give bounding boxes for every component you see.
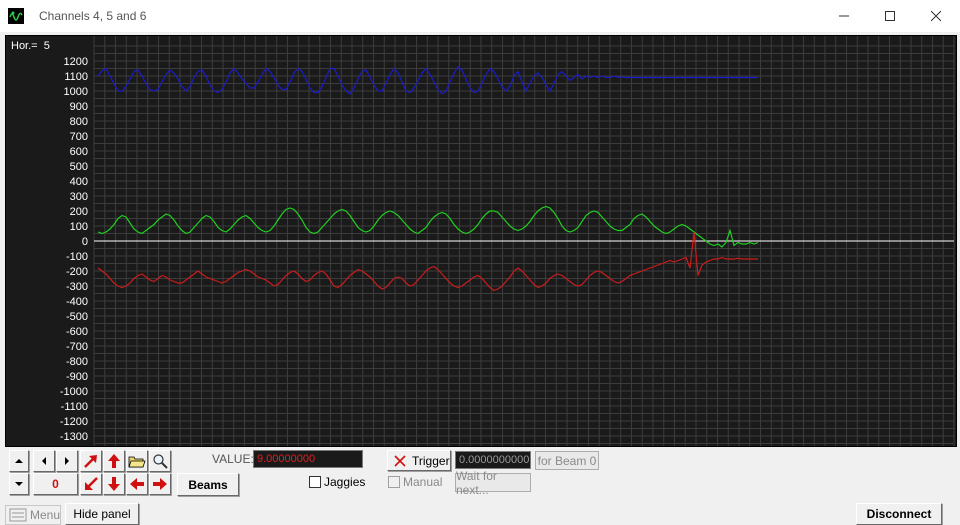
y-tick-label: 500 (70, 161, 88, 173)
trigger-value-field[interactable]: 0.0000000000 (455, 451, 531, 469)
y-tick-label: -800 (66, 356, 88, 368)
maximize-button[interactable] (867, 0, 913, 32)
disconnect-button[interactable]: Disconnect (856, 503, 942, 525)
move-up-button[interactable] (103, 450, 125, 472)
down-small-arrow-icon (15, 482, 23, 486)
close-button[interactable] (913, 0, 959, 32)
move-left-button[interactable] (126, 473, 148, 495)
beams-button[interactable]: Beams (177, 473, 239, 496)
hor-value: 5 (43, 40, 50, 52)
y-tick-label: -1000 (60, 386, 88, 398)
diagonal-down-left-arrow-icon (85, 477, 98, 490)
minimize-button[interactable] (821, 0, 867, 32)
down-arrow-icon (108, 477, 120, 491)
y-tick-label: 600 (70, 146, 88, 158)
y-tick-label: 800 (70, 116, 88, 128)
hor-label: Hor.= (11, 40, 38, 52)
y-tick-label: 700 (70, 131, 88, 143)
y-tick-label: 100 (70, 221, 88, 233)
hide-panel-button[interactable]: Hide panel (65, 503, 139, 525)
menu-button[interactable]: Menu (5, 505, 61, 525)
for-beam-button[interactable]: for Beam 0 (535, 451, 599, 470)
title-bar: Channels 4, 5 and 6 (0, 0, 960, 32)
move-down-button[interactable] (103, 473, 125, 495)
scroll-left-button[interactable] (33, 450, 55, 472)
open-file-button[interactable] (126, 450, 148, 472)
diagonal-up-right-arrow-icon (84, 455, 97, 468)
y-tick-label: -500 (66, 311, 88, 323)
scroll-right-button[interactable] (56, 450, 78, 472)
y-tick-label: 200 (70, 206, 88, 218)
scroll-down-button[interactable] (9, 473, 29, 495)
left-arrow-icon (130, 478, 144, 490)
zero-value-button[interactable]: 0 (33, 473, 78, 495)
magnifier-icon (153, 454, 168, 469)
jaggies-label: Jaggies (324, 475, 366, 489)
shrink-diagonal-button[interactable] (80, 473, 102, 495)
up-arrow-icon (108, 454, 120, 468)
y-tick-label: 300 (70, 191, 88, 203)
oscilloscope-icon (9, 11, 23, 21)
y-tick-label: 1100 (64, 71, 88, 83)
horizontal-scale-readout: Hor.= 5 (11, 40, 50, 52)
window-title: Channels 4, 5 and 6 (39, 9, 147, 23)
y-tick-label: 900 (70, 101, 88, 113)
oscilloscope-app-icon (8, 8, 24, 24)
y-tick-label: 400 (70, 176, 88, 188)
y-tick-label: -400 (66, 296, 88, 308)
right-arrow-icon (153, 478, 167, 490)
y-tick-label: 1200 (64, 56, 88, 68)
y-tick-label: -700 (66, 341, 88, 353)
close-x-icon (394, 454, 406, 467)
zoom-button[interactable] (149, 450, 171, 472)
close-icon (931, 11, 941, 21)
scroll-up-button[interactable] (9, 450, 29, 472)
y-tick-label: -100 (66, 251, 88, 263)
scope-plot: 1200110010009008007006005004003002001000… (60, 36, 955, 446)
manual-label: Manual (403, 475, 443, 489)
value-field[interactable]: 9.00000000 (253, 450, 363, 468)
control-panel: 0 Beams VALUE: 9.00000000 Jaggies Trigge… (0, 445, 960, 525)
y-tick-label: 1000 (64, 86, 88, 98)
minimize-icon (839, 15, 849, 17)
right-small-arrow-icon (65, 457, 69, 465)
open-folder-icon (128, 456, 146, 468)
expand-diagonal-button[interactable] (80, 450, 102, 472)
y-tick-label: -300 (66, 281, 88, 293)
manual-checkbox[interactable] (388, 476, 400, 488)
y-tick-label: -200 (66, 266, 88, 278)
y-tick-label: -1200 (60, 416, 88, 428)
jaggies-checkbox[interactable] (309, 476, 321, 488)
y-tick-label: -600 (66, 326, 88, 338)
move-right-button[interactable] (149, 473, 171, 495)
y-tick-label: -1100 (61, 401, 88, 413)
left-small-arrow-icon (42, 457, 46, 465)
trigger-label: Trigger (412, 453, 450, 468)
y-tick-label: -1300 (60, 431, 88, 443)
up-small-arrow-icon (15, 459, 23, 463)
maximize-icon (885, 11, 895, 21)
trigger-button[interactable]: Trigger (387, 450, 451, 471)
menu-panel-icon (9, 508, 27, 522)
wait-for-next-button[interactable]: Wait for next... (455, 469, 531, 497)
value-label: VALUE: (212, 452, 254, 466)
y-tick-label: 0 (82, 236, 88, 248)
menu-label: Menu (29, 508, 60, 522)
scope-display[interactable]: 1200 1100 1000 900 800 700 600 500 400 300 200 100 0… (5, 35, 957, 447)
y-tick-label: -900 (66, 371, 88, 383)
channel-4-trace (97, 66, 758, 95)
